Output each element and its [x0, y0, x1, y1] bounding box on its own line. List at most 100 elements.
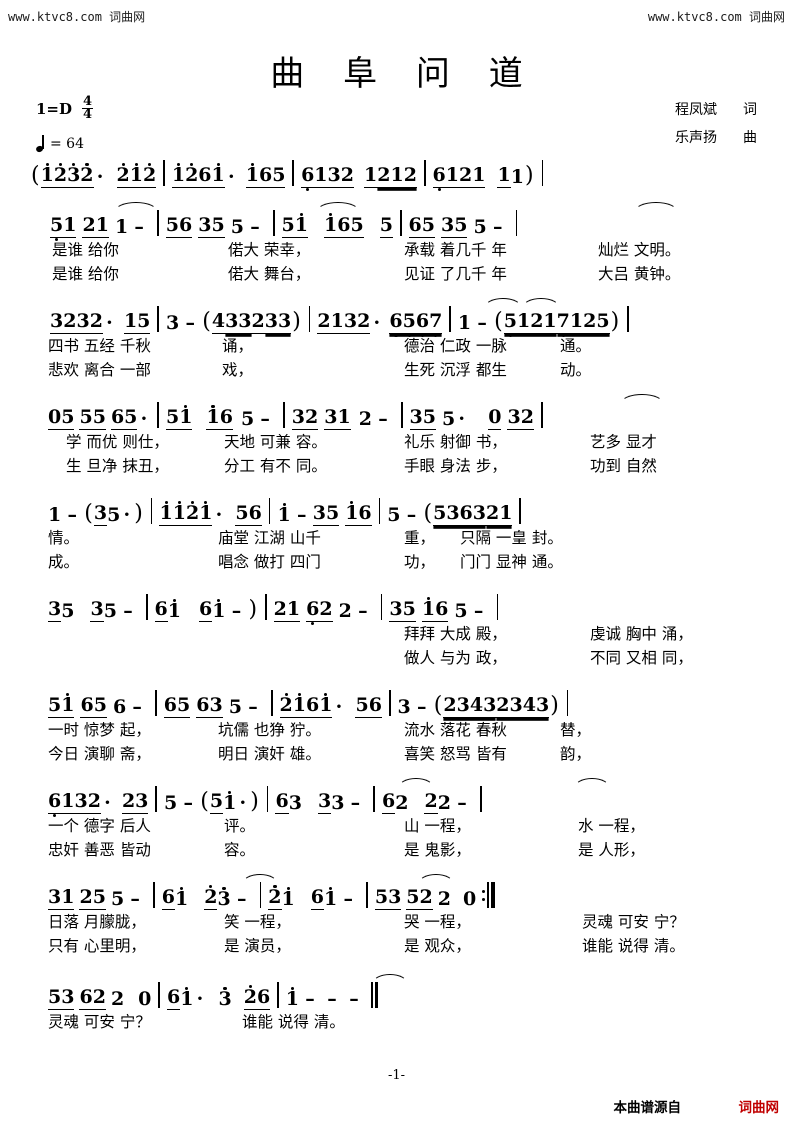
hold-dash: –: [296, 504, 307, 526]
note: 3: [48, 598, 62, 620]
note: 3: [343, 310, 358, 332]
score-line-7: 51 65 6 – 65 63 5 – 21 61 · 56 3 – (234…: [30, 680, 763, 766]
measure: 6 1 2 3 –: [161, 885, 253, 910]
dot: ·: [335, 696, 343, 718]
note: 5: [421, 214, 435, 236]
note: 5: [422, 406, 436, 428]
lyrics-row-verse1: 四书 五经 千秋 诵， 德治 仁政 一脉 通。: [30, 334, 763, 358]
note: 3: [507, 406, 521, 428]
barline: [163, 160, 165, 186]
note: 2: [403, 164, 417, 186]
note: 1: [179, 405, 193, 428]
measure: 35 5 · 0 32: [409, 406, 534, 430]
measure: 6 1 · 3 26: [167, 985, 271, 1010]
score-line-10: 53 62 2 0 6 1 · 3 26 1 – – – 灵魂 可安 宁？ 谁能…: [30, 972, 763, 1034]
lyric: 功，: [404, 553, 436, 571]
hold-dash: –: [305, 988, 315, 1010]
note: 5: [103, 600, 117, 622]
barline: [158, 982, 160, 1008]
note: 3: [264, 310, 278, 332]
note: 6: [415, 310, 430, 337]
note: 5: [454, 600, 468, 622]
note: 5: [211, 214, 225, 236]
note: 1: [114, 216, 129, 238]
note: 3: [76, 310, 90, 332]
note: 5: [374, 886, 389, 908]
note: 3: [409, 406, 423, 428]
note: 1: [61, 886, 75, 908]
note: 6: [248, 502, 262, 524]
barline: [541, 160, 544, 186]
note: 2: [243, 985, 257, 1008]
measure: 12 32 · 212: [40, 163, 157, 188]
measure: 1 – 35 16: [277, 501, 372, 526]
note: 6: [80, 694, 94, 716]
note: 5: [379, 214, 393, 236]
note: 2: [204, 885, 218, 908]
lyricist-line: 程凤斌 词: [675, 96, 757, 124]
note: 3: [324, 406, 338, 428]
barline: [155, 690, 157, 716]
note: 1: [569, 310, 584, 332]
lyric: 一时 惊梦 起，: [48, 721, 151, 739]
note: 2: [110, 988, 125, 1010]
note: 5: [48, 694, 62, 716]
note: 1: [172, 501, 186, 524]
hold-dash: –: [185, 312, 195, 334]
note: 5: [402, 598, 416, 620]
note: 1: [345, 501, 359, 524]
note: 5: [61, 600, 75, 622]
note: 3: [509, 694, 523, 716]
lyrics-row-verse2: 忠奸 善恶 皆动 容。 是 鬼影， 是 人形，: [30, 838, 763, 862]
note: 3: [209, 694, 223, 716]
measure: 51 21 1 –: [50, 214, 150, 241]
note: 2: [251, 310, 265, 332]
hold-dash: –: [231, 600, 242, 622]
note: 5: [240, 408, 255, 430]
note: 1: [324, 213, 338, 236]
note: 2: [357, 310, 371, 332]
note: 3: [90, 598, 104, 620]
barline: [378, 498, 381, 524]
close-paren: ): [524, 163, 534, 188]
measure: 53 52 2 0: [374, 886, 476, 910]
barline: [145, 594, 148, 620]
barline: [292, 160, 295, 186]
note: 2: [305, 406, 319, 428]
slur: [574, 778, 610, 788]
lyric: 礼乐 射御 书，: [404, 433, 507, 451]
note: 6: [306, 694, 320, 716]
measure: 5 – ( 5363 21: [387, 501, 513, 526]
lyric: 水 一程，: [578, 817, 645, 835]
note: 4: [522, 694, 536, 716]
close-paren: ): [550, 693, 559, 718]
barline: [388, 690, 391, 716]
note: 5: [165, 214, 179, 236]
note: 5: [503, 310, 517, 337]
lyric: 笑 一程，: [224, 913, 291, 931]
note: 6: [179, 214, 193, 236]
measure: 65 63 5 –: [163, 694, 264, 718]
open-paren: (: [84, 501, 93, 526]
note: 6: [112, 696, 127, 718]
lyric: 功到 自然: [590, 457, 657, 475]
note: 2: [79, 886, 93, 908]
measure: 3 – ( 4 33 2 33 ): [166, 309, 302, 334]
note: 4: [211, 310, 226, 332]
barline: [283, 402, 285, 428]
slur: [398, 778, 434, 788]
note: 5: [281, 214, 295, 236]
lyrics-row-verse2: 成。 唱念 做打 四门 功， 门门 显神 通。: [30, 550, 763, 574]
measure: 61 32 1 212: [301, 164, 417, 191]
note: 2: [87, 790, 101, 812]
note: 1: [390, 164, 404, 186]
note: 6: [389, 310, 403, 337]
dot: ·: [215, 504, 223, 526]
note: 1: [167, 599, 181, 622]
note: 3: [312, 502, 326, 524]
barline: [540, 402, 543, 428]
lyric: 学 而优 则仕，: [66, 433, 169, 451]
hold-dash: –: [358, 600, 368, 622]
key-signature-row: 1=D 4 4: [36, 95, 94, 122]
close-paren: ): [610, 309, 620, 334]
